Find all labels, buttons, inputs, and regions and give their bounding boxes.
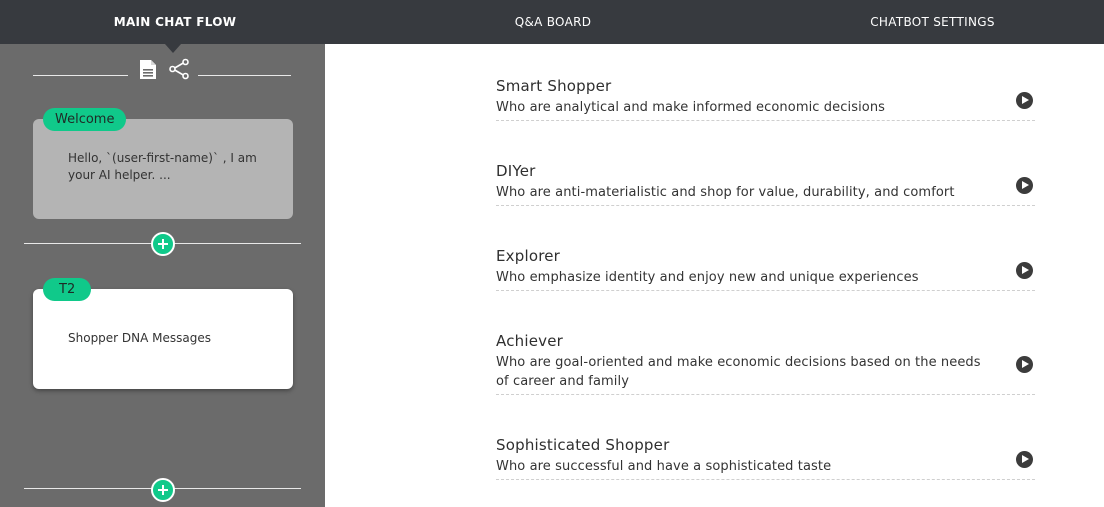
active-tab-caret: [165, 44, 181, 53]
persona-item-explorer[interactable]: Explorer Who emphasize identity and enjo…: [496, 247, 1035, 291]
tab-qa-board[interactable]: Q&A BOARD: [380, 0, 726, 44]
persona-description: Who are goal-oriented and make economic …: [496, 355, 981, 389]
add-node-button[interactable]: [151, 232, 175, 256]
persona-title: Smart Shopper: [496, 77, 612, 95]
top-navigation-bar: MAIN CHAT FLOW Q&A BOARD CHATBOT SETTING…: [0, 0, 1104, 44]
play-icon[interactable]: [1016, 92, 1033, 109]
flow-node-t2[interactable]: T2 Shopper DNA Messages: [33, 278, 293, 389]
chat-flow-sidebar: Welcome Hello, `(user-first-name)` , I a…: [0, 44, 325, 507]
tab-main-chat-flow[interactable]: MAIN CHAT FLOW: [0, 0, 350, 44]
persona-item-sophisticated-shopper[interactable]: Sophisticated Shopper Who are successful…: [496, 436, 1035, 480]
persona-title: Sophisticated Shopper: [496, 436, 670, 454]
play-icon[interactable]: [1016, 356, 1033, 373]
persona-description: Who are successful and have a sophistica…: [496, 459, 832, 474]
toolbar-divider-left: [33, 75, 128, 76]
node-tag-t2: T2: [43, 278, 92, 301]
persona-description: Who emphasize identity and enjoy new and…: [496, 270, 919, 285]
node-text-welcome: Hello, `(user-first-name)` , I am your A…: [68, 151, 257, 182]
flow-node-welcome[interactable]: Welcome Hello, `(user-first-name)` , I a…: [33, 108, 293, 219]
share-icon[interactable]: [168, 58, 190, 80]
tab-chatbot-settings[interactable]: CHATBOT SETTINGS: [760, 0, 1104, 44]
persona-item-achiever[interactable]: Achiever Who are goal-oriented and make …: [496, 332, 1035, 395]
persona-description: Who are analytical and make informed eco…: [496, 100, 886, 115]
persona-title: DIYer: [496, 162, 536, 180]
persona-item-smart-shopper[interactable]: Smart Shopper Who are analytical and mak…: [496, 77, 1035, 121]
node-text-t2: Shopper DNA Messages: [68, 331, 212, 345]
document-icon[interactable]: [138, 59, 158, 80]
persona-title: Explorer: [496, 247, 561, 265]
play-icon[interactable]: [1016, 262, 1033, 279]
play-icon[interactable]: [1016, 451, 1033, 468]
persona-title: Achiever: [496, 332, 564, 350]
persona-item-diyer[interactable]: DIYer Who are anti-materialistic and sho…: [496, 162, 1035, 206]
persona-description: Who are anti-materialistic and shop for …: [496, 185, 955, 200]
play-icon[interactable]: [1016, 177, 1033, 194]
persona-list: Smart Shopper Who are analytical and mak…: [325, 44, 1104, 507]
node-tag-welcome: Welcome: [43, 108, 127, 131]
toolbar-divider-right: [198, 75, 291, 76]
add-node-button[interactable]: [151, 478, 175, 502]
